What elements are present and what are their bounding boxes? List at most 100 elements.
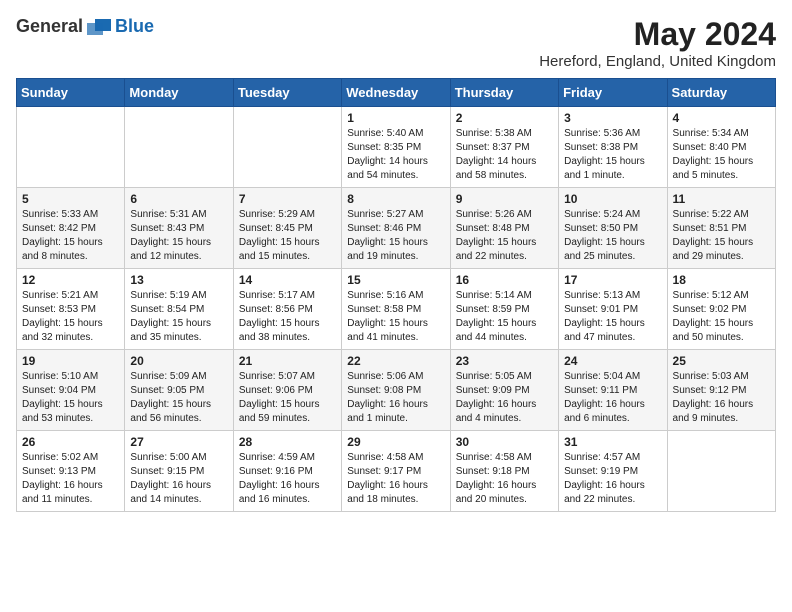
day-number-28: 28 <box>239 435 336 449</box>
week-row-2: 5 Sunrise: 5:33 AM Sunset: 8:42 PM Daylig… <box>17 188 776 269</box>
day-info-20: Sunrise: 5:09 AM Sunset: 9:05 PM Dayligh… <box>130 370 227 426</box>
header-saturday: Saturday <box>667 79 775 107</box>
header-monday: Monday <box>125 79 233 107</box>
day-number-19: 19 <box>22 354 119 368</box>
day-24: 24 Sunrise: 5:04 AM Sunset: 9:11 PM Dayli… <box>559 350 667 431</box>
day-30: 30 Sunrise: 4:58 AM Sunset: 9:18 PM Dayli… <box>450 431 558 512</box>
day-number-31: 31 <box>564 435 661 449</box>
calendar-header-row: SundayMondayTuesdayWednesdayThursdayFrid… <box>17 79 776 107</box>
month-title: May 2024 <box>539 16 776 53</box>
day-28: 28 Sunrise: 4:59 AM Sunset: 9:16 PM Dayli… <box>233 431 341 512</box>
day-number-21: 21 <box>239 354 336 368</box>
location-title: Hereford, England, United Kingdom <box>539 53 776 70</box>
empty-cell <box>233 107 341 188</box>
week-row-3: 12 Sunrise: 5:21 AM Sunset: 8:53 PM Dayli… <box>17 269 776 350</box>
day-25: 25Sunrise: 5:03 AM Sunset: 9:12 PM Dayli… <box>667 350 775 431</box>
day-2: 2 Sunrise: 5:38 AM Sunset: 8:37 PM Daylig… <box>450 107 558 188</box>
logo: General Blue <box>16 16 154 37</box>
day-info-24: Sunrise: 5:04 AM Sunset: 9:11 PM Dayligh… <box>564 370 661 426</box>
day-info-26: Sunrise: 5:02 AM Sunset: 9:13 PM Dayligh… <box>22 451 119 507</box>
day-info-13: Sunrise: 5:19 AM Sunset: 8:54 PM Dayligh… <box>130 289 227 345</box>
day-14: 14 Sunrise: 5:17 AM Sunset: 8:56 PM Dayli… <box>233 269 341 350</box>
day-number-15: 15 <box>347 273 444 287</box>
day-22: 22 Sunrise: 5:06 AM Sunset: 9:08 PM Dayli… <box>342 350 450 431</box>
day-info-28: Sunrise: 4:59 AM Sunset: 9:16 PM Dayligh… <box>239 451 336 507</box>
day-info-1: Sunrise: 5:40 AM Sunset: 8:35 PM Dayligh… <box>347 127 444 183</box>
header-wednesday: Wednesday <box>342 79 450 107</box>
day-number-16: 16 <box>456 273 553 287</box>
header-tuesday: Tuesday <box>233 79 341 107</box>
empty-cell <box>17 107 125 188</box>
day-number-24: 24 <box>564 354 661 368</box>
day-16: 16 Sunrise: 5:14 AM Sunset: 8:59 PM Dayli… <box>450 269 558 350</box>
day-number-23: 23 <box>456 354 553 368</box>
logo-text-blue: Blue <box>115 16 154 37</box>
day-9: 9 Sunrise: 5:26 AM Sunset: 8:48 PM Daylig… <box>450 188 558 269</box>
day-10: 10 Sunrise: 5:24 AM Sunset: 8:50 PM Dayli… <box>559 188 667 269</box>
day-info-23: Sunrise: 5:05 AM Sunset: 9:09 PM Dayligh… <box>456 370 553 426</box>
day-info-9: Sunrise: 5:26 AM Sunset: 8:48 PM Dayligh… <box>456 208 553 264</box>
day-13: 13 Sunrise: 5:19 AM Sunset: 8:54 PM Dayli… <box>125 269 233 350</box>
day-number-29: 29 <box>347 435 444 449</box>
day-info-31: Sunrise: 4:57 AM Sunset: 9:19 PM Dayligh… <box>564 451 661 507</box>
day-number-3: 3 <box>564 111 661 125</box>
title-area: May 2024 Hereford, England, United Kingd… <box>539 16 776 70</box>
day-29: 29 Sunrise: 4:58 AM Sunset: 9:17 PM Dayli… <box>342 431 450 512</box>
day-3: 3 Sunrise: 5:36 AM Sunset: 8:38 PM Daylig… <box>559 107 667 188</box>
day-number-6: 6 <box>130 192 227 206</box>
day-27: 27Sunrise: 5:00 AM Sunset: 9:15 PM Dayli… <box>125 431 233 512</box>
day-number-5: 5 <box>22 192 119 206</box>
day-info-2: Sunrise: 5:38 AM Sunset: 8:37 PM Dayligh… <box>456 127 553 183</box>
day-4: 4 Sunrise: 5:34 AM Sunset: 8:40 PM Daylig… <box>667 107 775 188</box>
day-number-25: 25 <box>673 354 770 368</box>
day-11: 11Sunrise: 5:22 AM Sunset: 8:51 PM Dayli… <box>667 188 775 269</box>
empty-cell <box>125 107 233 188</box>
day-26: 26 Sunrise: 5:02 AM Sunset: 9:13 PM Dayli… <box>17 431 125 512</box>
week-row-4: 19 Sunrise: 5:10 AM Sunset: 9:04 PM Dayli… <box>17 350 776 431</box>
day-number-13: 13 <box>130 273 227 287</box>
day-number-2: 2 <box>456 111 553 125</box>
day-15: 15 Sunrise: 5:16 AM Sunset: 8:58 PM Dayli… <box>342 269 450 350</box>
day-number-20: 20 <box>130 354 227 368</box>
day-info-21: Sunrise: 5:07 AM Sunset: 9:06 PM Dayligh… <box>239 370 336 426</box>
day-number-9: 9 <box>456 192 553 206</box>
day-info-12: Sunrise: 5:21 AM Sunset: 8:53 PM Dayligh… <box>22 289 119 345</box>
logo-icon <box>87 17 111 37</box>
day-number-14: 14 <box>239 273 336 287</box>
day-number-30: 30 <box>456 435 553 449</box>
day-info-19: Sunrise: 5:10 AM Sunset: 9:04 PM Dayligh… <box>22 370 119 426</box>
day-number-4: 4 <box>673 111 770 125</box>
day-1: 1 Sunrise: 5:40 AM Sunset: 8:35 PM Daylig… <box>342 107 450 188</box>
day-info-17: Sunrise: 5:13 AM Sunset: 9:01 PM Dayligh… <box>564 289 661 345</box>
day-info-14: Sunrise: 5:17 AM Sunset: 8:56 PM Dayligh… <box>239 289 336 345</box>
day-info-29: Sunrise: 4:58 AM Sunset: 9:17 PM Dayligh… <box>347 451 444 507</box>
empty-cell <box>667 431 775 512</box>
day-info-7: Sunrise: 5:29 AM Sunset: 8:45 PM Dayligh… <box>239 208 336 264</box>
day-info-22: Sunrise: 5:06 AM Sunset: 9:08 PM Dayligh… <box>347 370 444 426</box>
day-number-22: 22 <box>347 354 444 368</box>
day-number-12: 12 <box>22 273 119 287</box>
day-number-10: 10 <box>564 192 661 206</box>
day-number-27: 27 <box>130 435 227 449</box>
day-info-16: Sunrise: 5:14 AM Sunset: 8:59 PM Dayligh… <box>456 289 553 345</box>
day-8: 8Sunrise: 5:27 AM Sunset: 8:46 PM Daylig… <box>342 188 450 269</box>
day-info-10: Sunrise: 5:24 AM Sunset: 8:50 PM Dayligh… <box>564 208 661 264</box>
day-number-7: 7 <box>239 192 336 206</box>
day-number-11: 11 <box>673 192 770 206</box>
day-info-5: Sunrise: 5:33 AM Sunset: 8:42 PM Dayligh… <box>22 208 119 264</box>
day-info-15: Sunrise: 5:16 AM Sunset: 8:58 PM Dayligh… <box>347 289 444 345</box>
day-number-1: 1 <box>347 111 444 125</box>
day-info-30: Sunrise: 4:58 AM Sunset: 9:18 PM Dayligh… <box>456 451 553 507</box>
day-info-4: Sunrise: 5:34 AM Sunset: 8:40 PM Dayligh… <box>673 127 770 183</box>
day-19: 19 Sunrise: 5:10 AM Sunset: 9:04 PM Dayli… <box>17 350 125 431</box>
day-info-3: Sunrise: 5:36 AM Sunset: 8:38 PM Dayligh… <box>564 127 661 183</box>
day-number-26: 26 <box>22 435 119 449</box>
day-5: 5 Sunrise: 5:33 AM Sunset: 8:42 PM Daylig… <box>17 188 125 269</box>
day-info-6: Sunrise: 5:31 AM Sunset: 8:43 PM Dayligh… <box>130 208 227 264</box>
week-row-5: 26 Sunrise: 5:02 AM Sunset: 9:13 PM Dayli… <box>17 431 776 512</box>
day-20: 20 Sunrise: 5:09 AM Sunset: 9:05 PM Dayli… <box>125 350 233 431</box>
day-17: 17 Sunrise: 5:13 AM Sunset: 9:01 PM Dayli… <box>559 269 667 350</box>
week-row-1: 1 Sunrise: 5:40 AM Sunset: 8:35 PM Daylig… <box>17 107 776 188</box>
day-number-17: 17 <box>564 273 661 287</box>
day-23: 23 Sunrise: 5:05 AM Sunset: 9:09 PM Dayli… <box>450 350 558 431</box>
